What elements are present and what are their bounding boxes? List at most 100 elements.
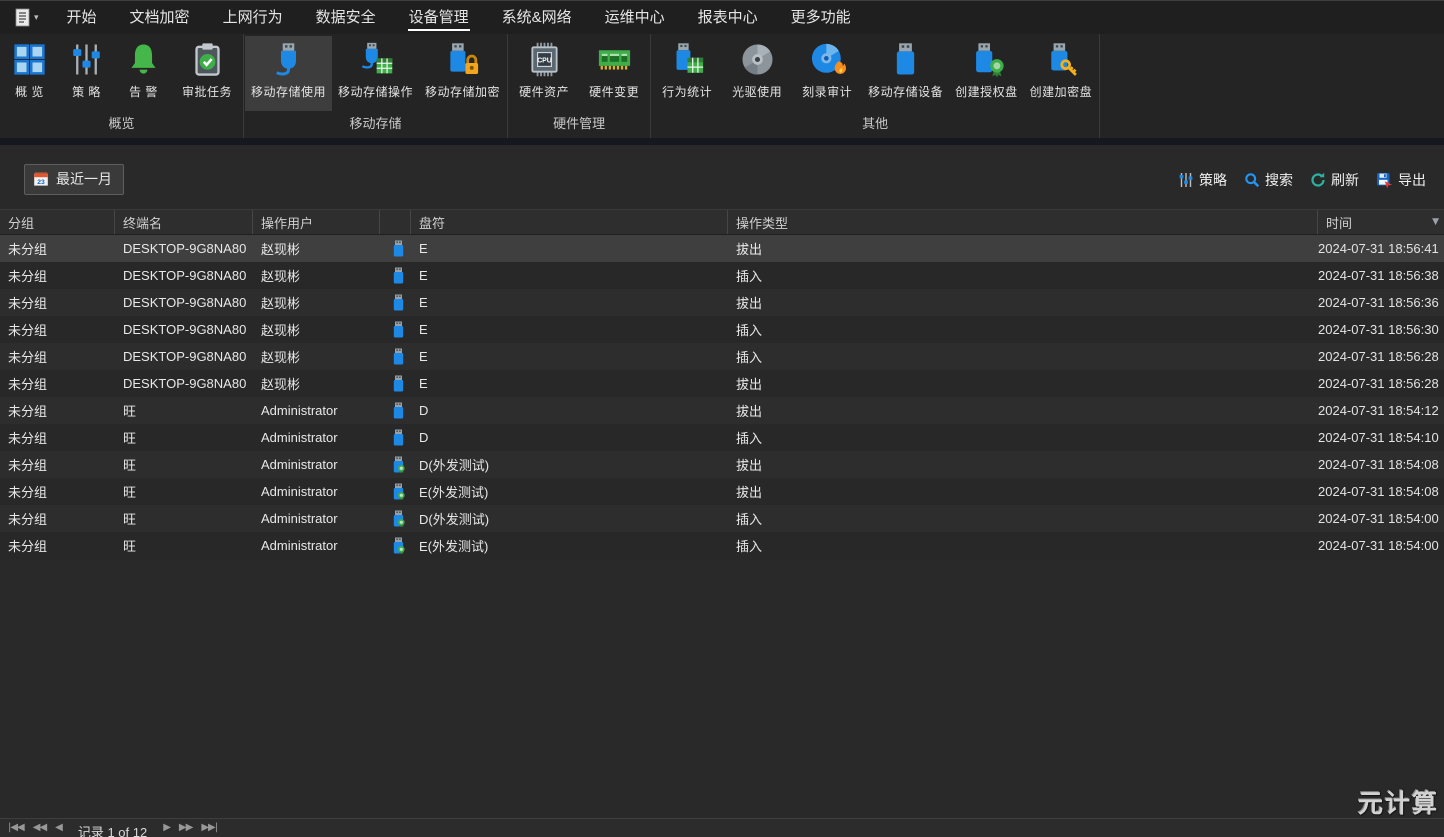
export-button[interactable]: 导出: [1376, 170, 1426, 190]
policy-button[interactable]: 策略: [1178, 170, 1227, 190]
table-row[interactable]: 未分组旺AdministratorE(外发测试)拔出2024-07-31 18:…: [0, 478, 1444, 505]
cell-time: 2024-07-31 18:54:08: [1318, 484, 1444, 499]
ribbon-button[interactable]: 光驱使用: [722, 36, 792, 111]
ribbon-button[interactable]: 移动存储使用: [245, 36, 332, 111]
cell-disk-icon: [380, 375, 411, 392]
ribbon-button[interactable]: 硬件变更: [579, 36, 649, 111]
date-range-filter-button[interactable]: 23 最近一月: [24, 164, 124, 195]
date-filter-label: 最近一月: [56, 169, 112, 189]
first-page-button[interactable]: |◀◀: [8, 822, 24, 833]
ribbon-group: CPU硬件资产硬件变更硬件管理: [508, 34, 651, 138]
cell-terminal: 旺: [115, 428, 253, 447]
ribbon-buttons: CPU硬件资产硬件变更: [509, 34, 649, 111]
table-row[interactable]: 未分组旺AdministratorD(外发测试)插入2024-07-31 18:…: [0, 505, 1444, 532]
usb-drive-icon: [392, 321, 405, 338]
column-header-label: 终端名: [123, 213, 162, 232]
refresh-button[interactable]: 刷新: [1310, 170, 1359, 190]
table-row[interactable]: 未分组DESKTOP-9G8NA80赵现彬E插入2024-07-31 18:56…: [0, 316, 1444, 343]
next-fast-button[interactable]: ▶▶: [179, 822, 192, 833]
table-row[interactable]: 未分组DESKTOP-9G8NA80赵现彬E拔出2024-07-31 18:56…: [0, 370, 1444, 397]
table-row[interactable]: 未分组旺AdministratorD(外发测试)拔出2024-07-31 18:…: [0, 451, 1444, 478]
overview-grid-icon: [11, 41, 48, 78]
table-row[interactable]: 未分组DESKTOP-9G8NA80赵现彬E拔出2024-07-31 18:56…: [0, 289, 1444, 316]
column-header[interactable]: 盘符: [411, 210, 728, 234]
ribbon-group-label: 概览: [1, 111, 242, 138]
cell-disk-icon: [380, 483, 411, 500]
table-row[interactable]: 未分组旺AdministratorD拔出2024-07-31 18:54:12: [0, 397, 1444, 424]
menu-item[interactable]: 系统&网络: [501, 0, 573, 35]
ribbon-button[interactable]: 告 警: [115, 36, 172, 111]
ribbon-button[interactable]: 策 略: [58, 36, 115, 111]
menu-item[interactable]: 报表中心: [697, 0, 759, 35]
cell-group: 未分组: [0, 536, 115, 555]
cell-action: 拔出: [728, 374, 1318, 393]
cell-user: 赵现彬: [253, 320, 380, 339]
menu-item[interactable]: 开始: [66, 0, 98, 35]
usb-award-icon: [968, 41, 1005, 78]
column-header[interactable]: 操作用户: [253, 210, 380, 234]
table-row[interactable]: 未分组DESKTOP-9G8NA80赵现彬E拔出2024-07-31 18:56…: [0, 235, 1444, 262]
menu-item[interactable]: 数据安全: [315, 0, 377, 35]
ribbon-buttons: 行为统计光驱使用刻录审计移动存储设备创建授权盘创建加密盘: [652, 34, 1098, 111]
cell-user: Administrator: [253, 538, 380, 553]
ribbon-button-label: 创建加密盘: [1030, 83, 1093, 100]
menu-item[interactable]: 文档加密: [129, 0, 191, 35]
ribbon-button[interactable]: 审批任务: [172, 36, 242, 111]
menu-item[interactable]: 设备管理: [408, 0, 470, 35]
cell-drive: D(外发测试): [411, 509, 728, 528]
cell-action: 拔出: [728, 482, 1318, 501]
cell-user: 赵现彬: [253, 293, 380, 312]
cell-time: 2024-07-31 18:54:10: [1318, 430, 1444, 445]
ribbon-button[interactable]: 创建授权盘: [949, 36, 1024, 111]
column-header[interactable]: 终端名: [115, 210, 253, 234]
next-button[interactable]: ▶: [163, 822, 170, 833]
usb-authorized-drive-icon: [392, 510, 405, 527]
menu-item[interactable]: 上网行为: [222, 0, 284, 35]
column-header[interactable]: [380, 210, 411, 234]
ribbon-group: 概 览策 略告 警审批任务概览: [0, 34, 244, 138]
table-row[interactable]: 未分组DESKTOP-9G8NA80赵现彬E插入2024-07-31 18:56…: [0, 343, 1444, 370]
usb-drive-icon: [392, 294, 405, 311]
column-header[interactable]: 操作类型: [728, 210, 1318, 234]
ribbon-group: 移动存储使用移动存储操作移动存储加密移动存储: [244, 34, 508, 138]
column-header-label: 分组: [8, 213, 34, 232]
sort-desc-icon[interactable]: ▼: [1432, 217, 1439, 227]
usb-authorized-drive-icon: [392, 483, 405, 500]
cell-drive: E: [411, 241, 728, 256]
cell-user: 赵现彬: [253, 347, 380, 366]
column-header[interactable]: 分组: [0, 210, 115, 234]
last-page-button[interactable]: ▶▶|: [201, 822, 217, 833]
ribbon-button[interactable]: CPU硬件资产: [509, 36, 579, 111]
search-button[interactable]: 搜索: [1244, 170, 1293, 190]
ribbon-button[interactable]: 移动存储设备: [862, 36, 949, 111]
record-count-label: 记录 1 of 12: [78, 822, 147, 837]
cell-terminal: DESKTOP-9G8NA80: [115, 295, 253, 310]
menu-item[interactable]: 更多功能: [790, 0, 852, 35]
table-row[interactable]: 未分组旺AdministratorD插入2024-07-31 18:54:10: [0, 424, 1444, 451]
menu-bar: ▾ 开始文档加密上网行为数据安全设备管理系统&网络运维中心报表中心更多功能: [0, 1, 1444, 34]
ribbon-button-label: 移动存储操作: [338, 83, 413, 100]
ribbon-button[interactable]: 刻录审计: [792, 36, 862, 111]
prev-fast-button[interactable]: ◀◀: [33, 822, 46, 833]
menu-item[interactable]: 运维中心: [604, 0, 666, 35]
app-menu-button[interactable]: ▾: [13, 7, 39, 28]
ribbon-button[interactable]: 移动存储操作: [332, 36, 419, 111]
ribbon-button[interactable]: 概 览: [1, 36, 58, 111]
prev-button[interactable]: ◀: [55, 822, 62, 833]
table-row[interactable]: 未分组旺AdministratorE(外发测试)插入2024-07-31 18:…: [0, 532, 1444, 559]
table-body: 未分组DESKTOP-9G8NA80赵现彬E拔出2024-07-31 18:56…: [0, 235, 1444, 559]
cell-time: 2024-07-31 18:54:00: [1318, 511, 1444, 526]
caret-down-icon: ▾: [34, 12, 39, 23]
column-header[interactable]: 时间▼: [1318, 210, 1444, 234]
toolbar-action-label: 导出: [1398, 170, 1426, 190]
cell-user: Administrator: [253, 430, 380, 445]
table-row[interactable]: 未分组DESKTOP-9G8NA80赵现彬E插入2024-07-31 18:56…: [0, 262, 1444, 289]
ribbon-button[interactable]: 行为统计: [652, 36, 722, 111]
usb-drive-icon: [392, 348, 405, 365]
toolbar-actions: 策略搜索刷新 导出: [1178, 170, 1426, 190]
ribbon-button[interactable]: 创建加密盘: [1024, 36, 1099, 111]
approval-tasks-icon: [189, 41, 226, 78]
column-header-label: 操作类型: [736, 213, 788, 232]
ribbon-button[interactable]: 移动存储加密: [419, 36, 506, 111]
cell-group: 未分组: [0, 509, 115, 528]
